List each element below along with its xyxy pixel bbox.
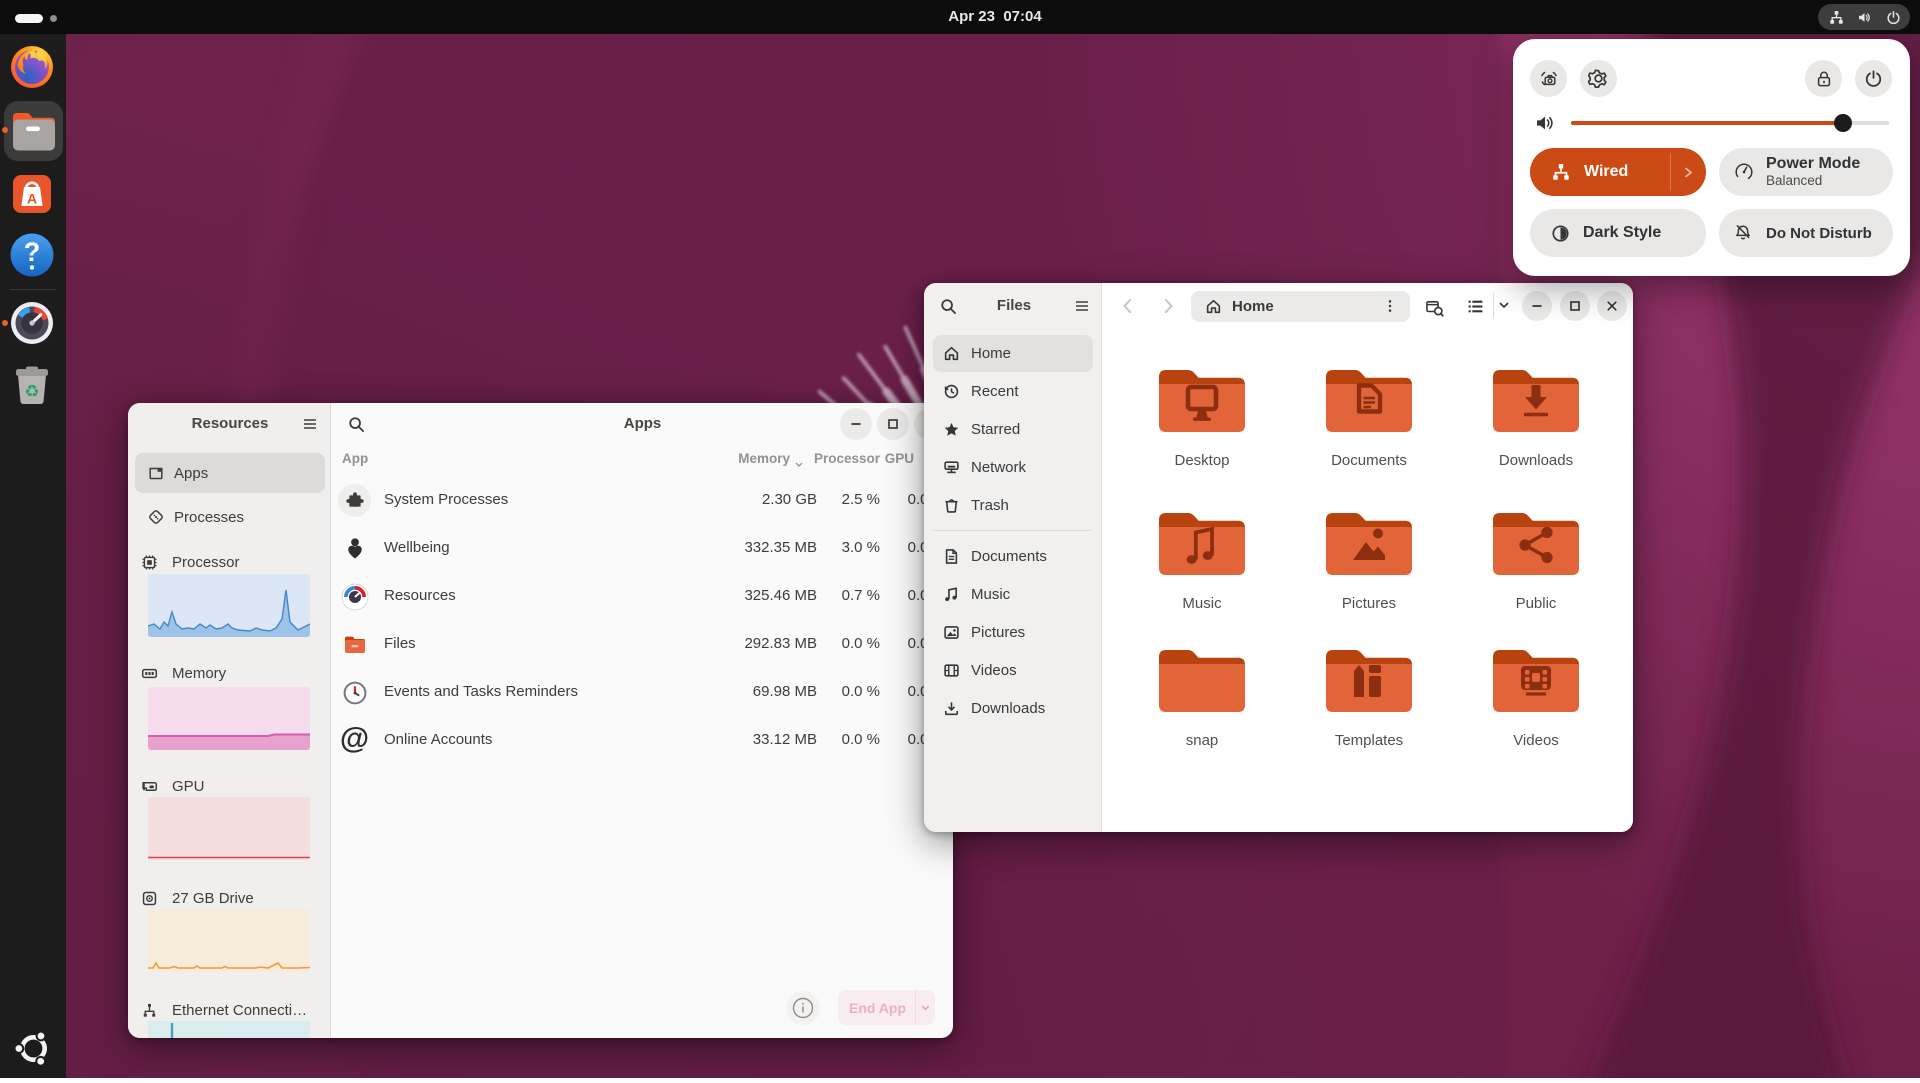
svg-text:A: A xyxy=(27,191,37,207)
svg-text:?: ? xyxy=(24,237,41,267)
svg-text:♻: ♻ xyxy=(24,382,39,401)
